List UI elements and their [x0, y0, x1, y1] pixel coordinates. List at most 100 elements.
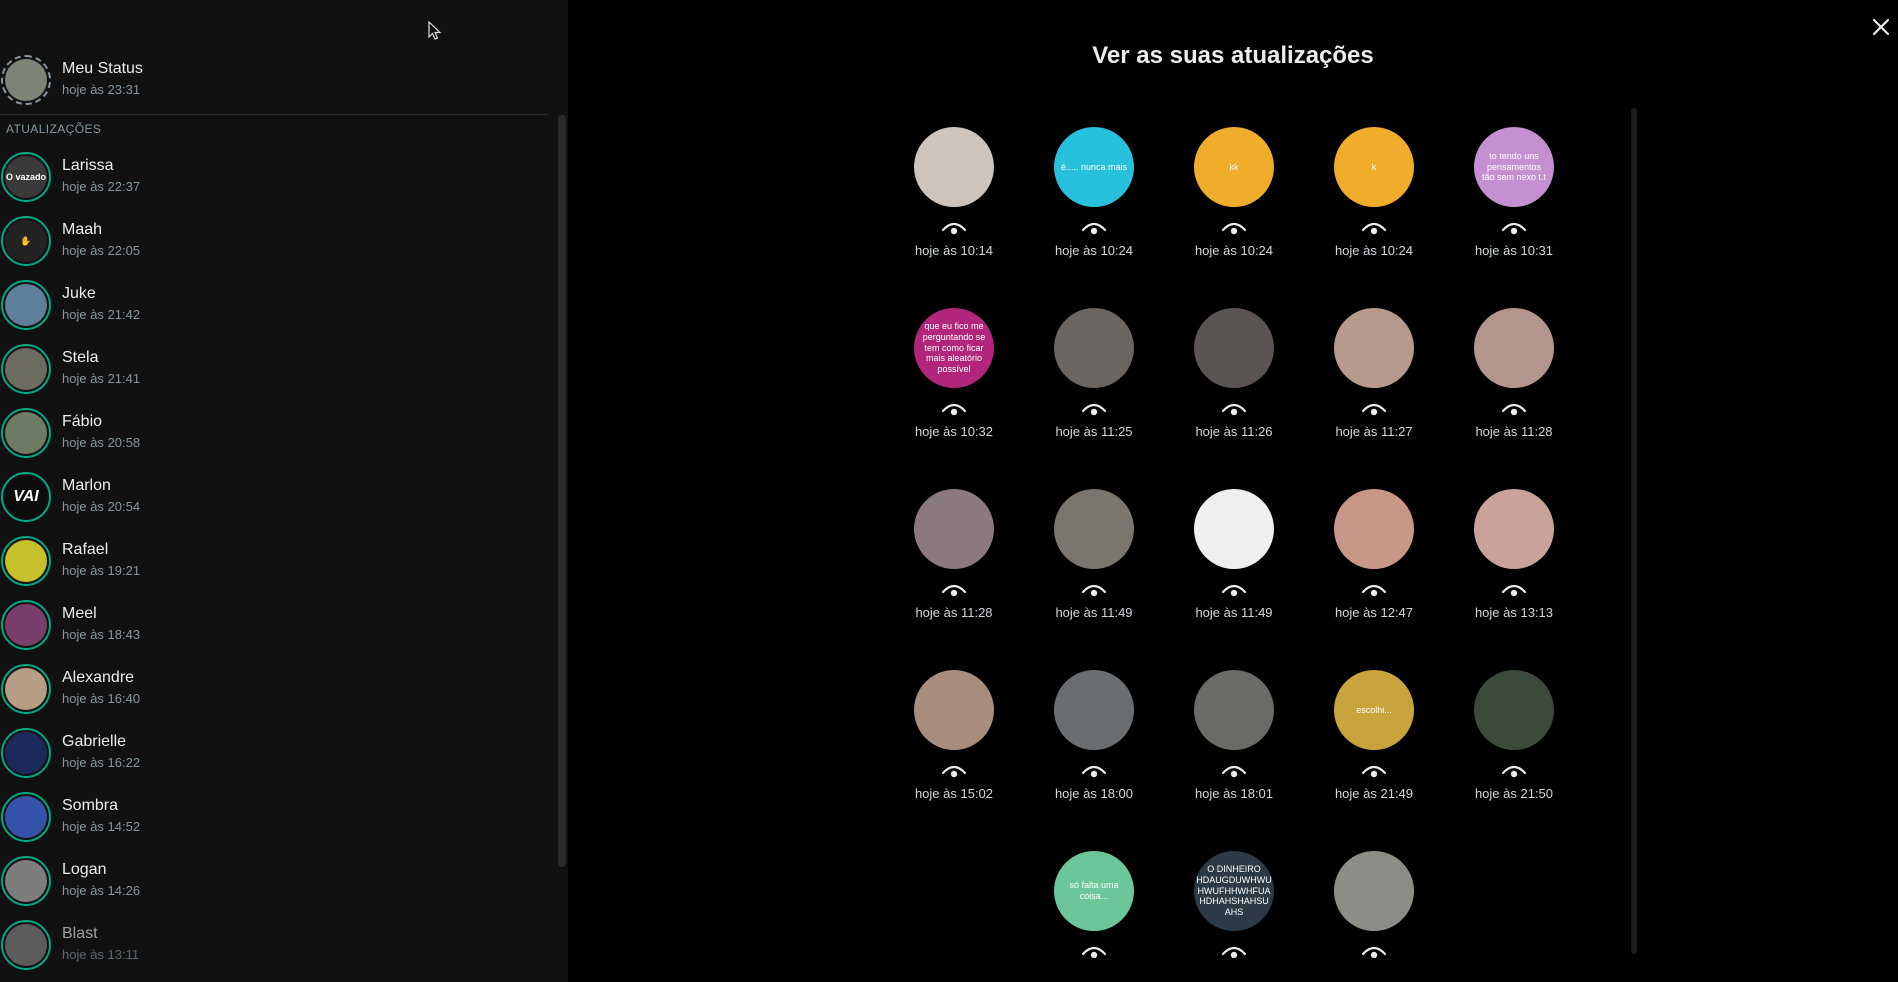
contact-name: Rafael	[62, 541, 109, 558]
contact-name: Larissa	[62, 157, 114, 174]
contact-time: hoje às 19:21	[62, 563, 141, 578]
status-preview: que eu fico me perguntando se tem como f…	[914, 308, 994, 388]
contact-time: hoje às 14:26	[62, 883, 141, 898]
status-preview	[914, 489, 994, 569]
avatar	[1, 664, 51, 714]
status-contact-item[interactable]: Gabrielle hoje às 16:22	[0, 721, 558, 785]
contact-time: hoje às 18:43	[62, 627, 141, 642]
status-preview	[1054, 489, 1134, 569]
status-preview: kk	[1194, 127, 1274, 207]
eye-icon	[1221, 584, 1247, 597]
status-thumbnail[interactable]: hoje às 11:27	[1304, 289, 1444, 470]
my-status[interactable]: Meu Status hoje às 23:31	[0, 45, 548, 115]
contact-time: hoje às 22:05	[62, 243, 141, 258]
status-thumbnail[interactable]: hoje às 21:50	[1444, 651, 1584, 832]
avatar: O vazado	[1, 152, 51, 202]
status-preview	[1194, 489, 1274, 569]
status-preview	[1334, 308, 1414, 388]
status-contact-item[interactable]: VAI Marlon hoje às 20:54	[0, 465, 558, 529]
contact-time: hoje às 16:22	[62, 755, 141, 770]
main-scrollbar[interactable]	[1631, 108, 1637, 954]
status-contact-item[interactable]: Stela hoje às 21:41	[0, 337, 558, 401]
status-thumbnail[interactable]: hoje às 11:28	[884, 470, 1024, 651]
status-preview	[1334, 489, 1414, 569]
eye-icon	[941, 403, 967, 416]
status-thumbnail[interactable]: hoje às 11:28	[1444, 289, 1584, 470]
status-contact-item[interactable]: O vazado Larissa hoje às 22:37	[0, 145, 558, 209]
status-viewer: Meu Status hoje às 23:31 ATUALIZAÇÕES O …	[0, 0, 1898, 982]
status-time: hoje às 18:00	[1054, 786, 1134, 801]
avatar: VAI	[1, 472, 51, 522]
eye-icon	[1221, 946, 1247, 958]
eye-icon	[1501, 584, 1527, 597]
sidebar-scrollbar[interactable]	[558, 115, 566, 867]
status-preview: k	[1334, 127, 1414, 207]
status-contact-item[interactable]: Juke hoje às 21:42	[0, 273, 558, 337]
contact-time: hoje às 16:40	[62, 691, 141, 706]
contact-time: hoje às 13:11	[62, 947, 140, 962]
status-thumbnail[interactable]: só falta uma coisa...	[1024, 832, 1164, 958]
eye-icon	[1501, 222, 1527, 235]
status-thumbnail[interactable]: O DINHEIRO HDAUGDUWHWU HWUFHHWHFUA HDHAH…	[1164, 832, 1304, 958]
status-time: hoje às 15:02	[914, 786, 994, 801]
eye-icon	[1221, 222, 1247, 235]
eye-icon	[1081, 946, 1107, 958]
status-time: hoje às 10:31	[1474, 243, 1554, 258]
status-sidebar: Meu Status hoje às 23:31 ATUALIZAÇÕES O …	[0, 0, 568, 982]
status-thumbnail[interactable]: hoje às 18:00	[1024, 651, 1164, 832]
status-thumbnail[interactable]: hoje às 10:14	[884, 108, 1024, 289]
status-thumbnail[interactable]: hoje às 11:49	[1164, 470, 1304, 651]
status-thumbnail[interactable]: hoje às 18:01	[1164, 651, 1304, 832]
status-thumbnail[interactable]: hoje às 11:25	[1024, 289, 1164, 470]
status-thumbnail[interactable]: hoje às 11:26	[1164, 289, 1304, 470]
updates-section-label: ATUALIZAÇÕES	[6, 122, 102, 136]
close-button[interactable]	[1864, 10, 1898, 44]
status-time: hoje às 11:26	[1195, 424, 1273, 439]
eye-icon	[1361, 584, 1387, 597]
status-thumbnail[interactable]: hoje às 11:49	[1024, 470, 1164, 651]
my-status-avatar	[1, 54, 51, 105]
status-time: hoje às 13:13	[1474, 605, 1554, 620]
status-preview: O DINHEIRO HDAUGDUWHWU HWUFHHWHFUA HDHAH…	[1194, 851, 1274, 931]
status-thumbnail[interactable]: escolhi... hoje às 21:49	[1304, 651, 1444, 832]
eye-icon	[941, 584, 967, 597]
avatar	[1, 920, 51, 970]
status-preview: é..... nunca mais	[1054, 127, 1134, 207]
status-preview: to tendo uns pensamentos tão sem nexo t.…	[1474, 127, 1554, 207]
status-contact-item[interactable]: Blast hoje às 13:11	[0, 913, 558, 977]
contact-name: Alexandre	[62, 669, 135, 686]
status-thumbnail[interactable]: que eu fico me perguntando se tem como f…	[884, 289, 1024, 470]
status-contact-item[interactable]: Logan hoje às 14:26	[0, 849, 558, 913]
status-thumbnail[interactable]: hoje às 15:02	[884, 651, 1024, 832]
eye-icon	[1081, 222, 1107, 235]
status-thumbnail[interactable]: é..... nunca mais hoje às 10:24	[1024, 108, 1164, 289]
status-time: hoje às 10:14	[914, 243, 994, 258]
contact-name: Juke	[62, 285, 96, 302]
status-preview	[914, 670, 994, 750]
status-preview	[1474, 308, 1554, 388]
status-thumbnail[interactable]: hoje às 13:13	[1444, 470, 1584, 651]
status-contact-item[interactable]: Fábio hoje às 20:58	[0, 401, 558, 465]
status-preview	[1474, 489, 1554, 569]
avatar	[1, 280, 51, 330]
status-thumbnail[interactable]: to tendo uns pensamentos tão sem nexo t.…	[1444, 108, 1584, 289]
eye-icon	[1081, 584, 1107, 597]
contact-name: Marlon	[62, 477, 111, 494]
status-time: hoje às 11:49	[1055, 605, 1133, 620]
status-thumbnail[interactable]	[1304, 832, 1444, 958]
eye-icon	[1361, 765, 1387, 778]
status-contact-item[interactable]: Meel hoje às 18:43	[0, 593, 558, 657]
eye-icon	[1361, 946, 1387, 958]
status-contact-item[interactable]: ✋ Maah hoje às 22:05	[0, 209, 558, 273]
status-thumbnail[interactable]: k hoje às 10:24	[1304, 108, 1444, 289]
eye-icon	[1081, 403, 1107, 416]
status-contact-item[interactable]: Alexandre hoje às 16:40	[0, 657, 558, 721]
status-thumbnail[interactable]: kk hoje às 10:24	[1164, 108, 1304, 289]
contact-time: hoje às 20:54	[62, 499, 141, 514]
status-time: hoje às 11:28	[915, 605, 993, 620]
status-thumbnail[interactable]: hoje às 12:47	[1304, 470, 1444, 651]
contact-name: Meel	[62, 605, 97, 622]
status-contact-item[interactable]: Sombra hoje às 14:52	[0, 785, 558, 849]
status-contact-item[interactable]: Rafael hoje às 19:21	[0, 529, 558, 593]
status-preview	[1474, 670, 1554, 750]
